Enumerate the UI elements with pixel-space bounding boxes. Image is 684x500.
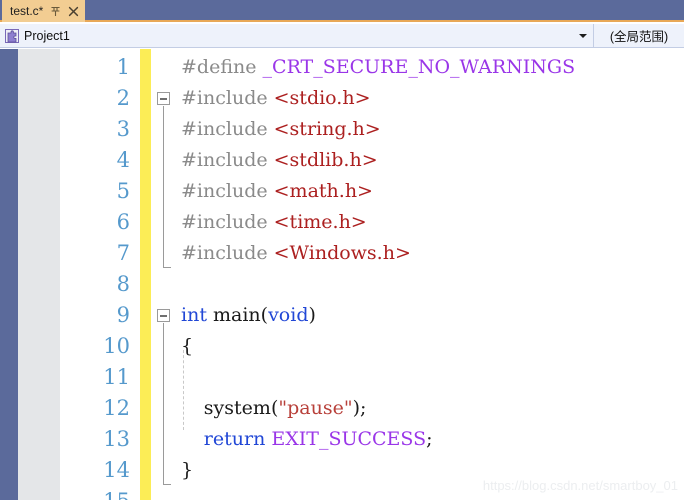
code-line-text: #include <string.h>: [181, 114, 381, 145]
code-line-text: system("pause");: [204, 393, 367, 424]
code-token: #include: [181, 211, 274, 233]
code-line[interactable]: #include <time.h>: [151, 207, 684, 238]
code-token: void: [268, 304, 309, 326]
code-line[interactable]: [151, 362, 684, 393]
scope-dropdown[interactable]: (全局范围): [594, 24, 684, 47]
code-token: int: [181, 304, 207, 326]
line-number: 6: [116, 210, 130, 234]
code-editor[interactable]: 123456789101112131415 #define _CRT_SECUR…: [0, 49, 684, 500]
code-line-text: #include <math.h>: [181, 176, 373, 207]
code-token: ;: [359, 397, 367, 419]
change-tracking-bar: [140, 49, 151, 500]
code-token: return: [203, 428, 266, 450]
code-token: EXIT_SUCCESS: [271, 428, 427, 450]
code-token: #include: [181, 180, 274, 202]
code-line[interactable]: #include <Windows.h>: [151, 238, 684, 269]
code-token: <time.h>: [273, 211, 367, 233]
code-line[interactable]: {: [151, 331, 684, 362]
project-name-label: Project1: [24, 28, 70, 43]
code-line[interactable]: #include <stdlib.h>: [151, 145, 684, 176]
code-token: #include: [181, 87, 274, 109]
code-token: ): [308, 304, 316, 326]
code-token: #define: [181, 56, 263, 78]
code-token: _CRT_SECURE_NO_WARNINGS: [262, 56, 576, 78]
code-token: <stdlib.h>: [273, 149, 378, 171]
line-number: 2: [116, 86, 130, 110]
code-line-text: int main(void): [181, 300, 316, 331]
code-line-text: #define _CRT_SECURE_NO_WARNINGS: [181, 52, 575, 83]
code-token: system: [203, 397, 271, 419]
tab-label: test.c*: [10, 4, 44, 18]
line-number: 14: [103, 458, 130, 482]
line-number: 5: [116, 179, 130, 203]
document-tab-strip: test.c*: [0, 0, 684, 22]
code-token: ): [352, 397, 360, 419]
code-token: (: [260, 304, 269, 326]
code-token: <stdio.h>: [273, 87, 371, 109]
code-line-text: return EXIT_SUCCESS;: [204, 424, 433, 455]
code-token: }: [181, 459, 194, 481]
code-line[interactable]: #define _CRT_SECURE_NO_WARNINGS: [151, 52, 684, 83]
line-number: 10: [103, 334, 130, 358]
code-line[interactable]: [151, 486, 684, 500]
code-line[interactable]: }: [151, 455, 684, 486]
code-line[interactable]: #include <string.h>: [151, 114, 684, 145]
code-line[interactable]: #include <stdio.h>: [151, 83, 684, 114]
pin-icon[interactable]: [50, 6, 61, 17]
code-line-text: #include <stdio.h>: [181, 83, 371, 114]
line-number: 9: [116, 303, 130, 327]
visual-studio-window: test.c* Project1 (全局范围) 1 2 3 4 5 6 7 8 …: [0, 0, 684, 500]
line-number: 15: [60, 486, 130, 500]
document-tab-test-c[interactable]: test.c*: [2, 0, 86, 22]
code-token: {: [181, 335, 194, 357]
line-number: 12: [103, 396, 130, 420]
code-token: "pause": [278, 397, 353, 419]
code-line-text: #include <Windows.h>: [181, 238, 411, 269]
code-line-text: #include <stdlib.h>: [181, 145, 378, 176]
line-number: 8: [116, 272, 130, 296]
line-number: 7: [116, 241, 130, 265]
code-surface[interactable]: #define _CRT_SECURE_NO_WARNINGS #include …: [151, 49, 684, 500]
code-token: <math.h>: [273, 180, 373, 202]
code-line[interactable]: return EXIT_SUCCESS;: [151, 424, 684, 455]
project-dropdown[interactable]: Project1: [0, 24, 594, 47]
line-number: 1: [116, 55, 130, 79]
navigation-bar: Project1 (全局范围): [0, 24, 684, 48]
line-number: 3: [116, 117, 130, 141]
line-number: 13: [103, 427, 130, 451]
code-line[interactable]: int main(void): [151, 300, 684, 331]
code-token: #include: [181, 242, 274, 264]
code-token: #include: [181, 118, 274, 140]
code-token: <Windows.h>: [273, 242, 411, 264]
code-line-text: {: [181, 331, 193, 362]
code-line[interactable]: #include <math.h>: [151, 176, 684, 207]
project-puzzle-icon: [5, 28, 19, 43]
scope-label: (全局范围): [609, 30, 669, 44]
breakpoint-margin[interactable]: [18, 49, 60, 500]
code-token: main: [206, 304, 261, 326]
editor-indicator-strip: [0, 49, 18, 500]
code-line[interactable]: [151, 269, 684, 300]
line-number: 11: [103, 365, 130, 389]
code-token: #include: [181, 149, 274, 171]
line-number: 4: [116, 148, 130, 172]
chevron-down-icon[interactable]: [579, 33, 587, 38]
code-token: <string.h>: [273, 118, 381, 140]
code-token: ;: [426, 428, 433, 450]
line-number-gutter: 123456789101112131415: [60, 49, 138, 500]
close-icon[interactable]: [68, 6, 79, 17]
code-line-text: #include <time.h>: [181, 207, 367, 238]
code-line-text: }: [181, 455, 193, 486]
code-line[interactable]: system("pause");: [151, 393, 684, 424]
